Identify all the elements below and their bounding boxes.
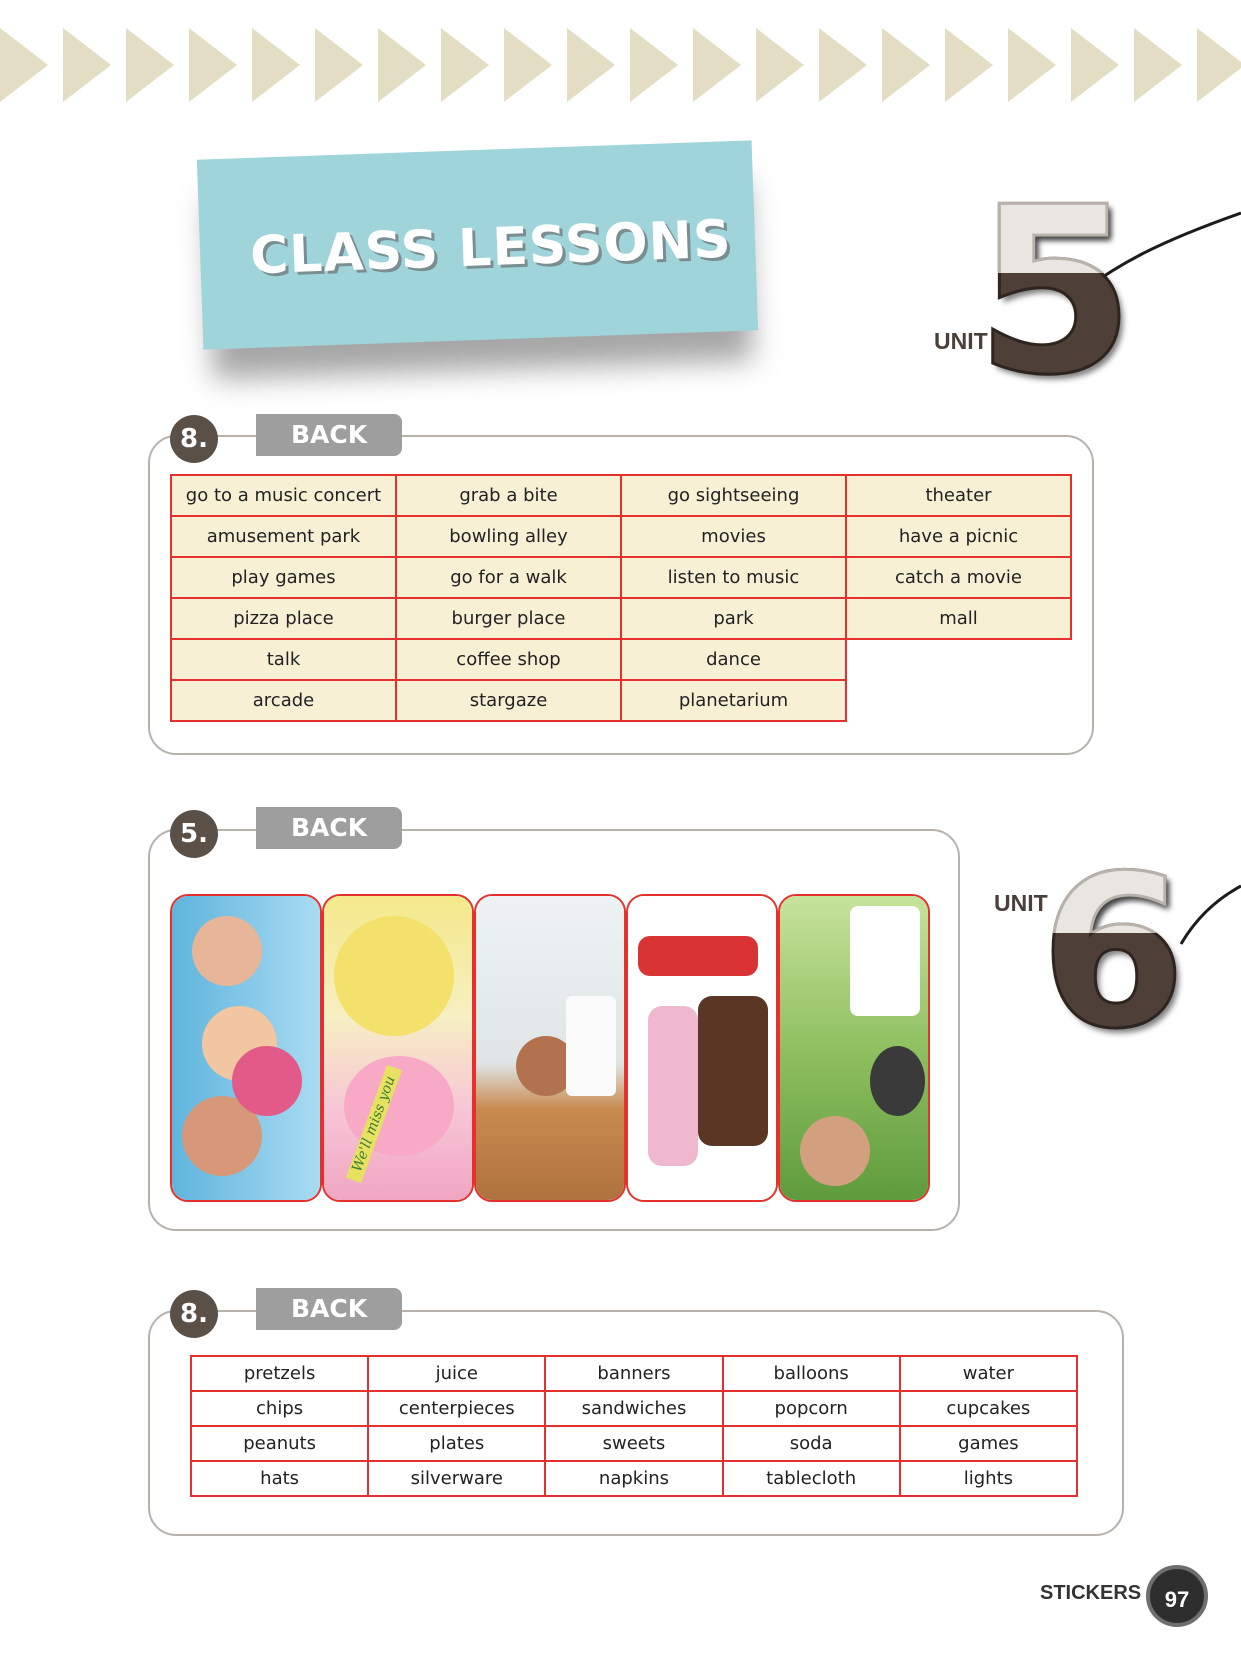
footer-label: STICKERS [1040, 1582, 1142, 1604]
sticker3-row: chips centerpieces sandwiches popcorn cupcak… [189, 1390, 1079, 1427]
sticker1-cell: park [620, 597, 847, 640]
sticker3-cell: peanuts [189, 1425, 370, 1462]
section-3-back-tab: BACK [256, 1288, 402, 1330]
sticker1-cell: mall [845, 597, 1072, 640]
sticker3-cell: sandwiches [544, 1390, 724, 1427]
sticker3-row: hats silverware napkins tablecloth lights [189, 1460, 1079, 1497]
section-2-back-tab: BACK [256, 807, 402, 849]
section-1-back-tab: BACK [256, 414, 402, 456]
sticker3-cell: hats [189, 1460, 370, 1497]
sticker3-cell: soda [721, 1425, 901, 1462]
sticker3-cell: banners [544, 1355, 724, 1392]
sticker1-empty-cell [846, 639, 1071, 680]
photo-cupcake: We'll miss you [322, 894, 474, 1202]
sticker1-cell: coffee shop [395, 638, 622, 681]
sticker1-empty-cell [846, 680, 1071, 721]
sticker3-cell: games [898, 1425, 1079, 1462]
sticker3-cell: sweets [544, 1425, 724, 1462]
sticker1-cell: planetarium [620, 679, 847, 722]
sticker1-cell: grab a bite [395, 474, 622, 517]
photo-picnic [778, 894, 930, 1202]
sticker1-cell: arcade [170, 679, 397, 722]
sticker1-cell: bowling alley [395, 515, 622, 558]
sticker1-cell: pizza place [170, 597, 397, 640]
sticker3-cell: centerpieces [367, 1390, 547, 1427]
sticker1-cell: play games [170, 556, 397, 599]
sticker3-row: pretzels juice banners balloons water [189, 1355, 1079, 1392]
sticker3-cell: balloons [721, 1355, 901, 1392]
sticker1-row: talk coffee shop dance [170, 638, 1071, 681]
page-number: 97 [1146, 1565, 1208, 1627]
photo-friends [170, 894, 322, 1202]
sticker1-cell: have a picnic [845, 515, 1072, 558]
sticker3-row: peanuts plates sweets soda games [189, 1425, 1079, 1462]
sticker1-row: pizza place burger place park mall [170, 597, 1072, 640]
sticker3-cell: napkins [544, 1460, 724, 1497]
sticker1-cell: go for a walk [395, 556, 622, 599]
sticker3-cell: popcorn [721, 1390, 901, 1427]
sticker1-cell: go to a music concert [170, 474, 397, 517]
sticker3-cell: tablecloth [721, 1460, 901, 1497]
sticker3-cell: silverware [367, 1460, 547, 1497]
sticker1-cell: amusement park [170, 515, 397, 558]
sticker3-cell: plates [367, 1425, 547, 1462]
sticker3-cell: juice [367, 1355, 547, 1392]
sticker1-cell: stargaze [395, 679, 622, 722]
sticker1-cell: go sightseeing [620, 474, 847, 517]
photo-girl-room [474, 894, 626, 1202]
sticker1-row: go to a music concert grab a bite go sight… [170, 474, 1072, 517]
section-1-table: go to a music concert grab a bite go sight… [170, 474, 1072, 722]
unit-6-number: 6 6 [1038, 830, 1187, 1075]
sticker1-row: arcade stargaze planetarium [170, 679, 1071, 722]
triangle-border [0, 28, 1241, 102]
section-2-number: 5. [170, 810, 218, 858]
sticker3-cell: pretzels [189, 1355, 370, 1392]
section-3-number: 8. [170, 1290, 218, 1338]
unit-5-number: 5 5 [973, 159, 1136, 426]
sticker1-cell: theater [845, 474, 1072, 517]
sticker1-cell: dance [620, 638, 847, 681]
sticker1-cell: catch a movie [845, 556, 1072, 599]
sticker1-row: play games go for a walk listen to music ca… [170, 556, 1072, 599]
sticker3-cell: lights [898, 1460, 1079, 1497]
sticker3-cell: chips [189, 1390, 370, 1427]
sticker3-cell: water [898, 1355, 1079, 1392]
photo-kids-sofa [626, 894, 778, 1202]
sticker1-cell: burger place [395, 597, 622, 640]
sticker1-cell: talk [170, 638, 397, 681]
section-3-table: pretzels juice banners balloons water chips ce… [189, 1355, 1079, 1497]
sticker3-cell: cupcakes [898, 1390, 1079, 1427]
sticker1-row: amusement park bowling alley movies have a … [170, 515, 1072, 558]
sticker1-cell: movies [620, 515, 847, 558]
sticker1-cell: listen to music [620, 556, 847, 599]
section-1-number: 8. [170, 415, 218, 463]
